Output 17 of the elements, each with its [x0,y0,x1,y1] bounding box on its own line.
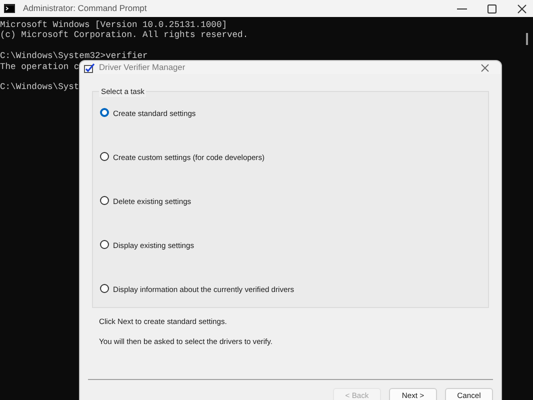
console-line: C:\Windows\Syst [0,82,80,92]
radio-button[interactable] [100,284,109,293]
radio-button[interactable] [100,196,109,205]
scrollbar-thumb[interactable] [526,33,528,45]
maximize-icon[interactable] [485,4,499,14]
console-icon [4,4,15,13]
console-line: C:\Windows\System32>verifier [0,51,148,62]
close-icon[interactable] [515,4,529,14]
dialog-title: Driver Verifier Manager [99,61,186,74]
radio-button[interactable] [100,240,109,249]
window-title: Administrator: Command Prompt [23,2,147,15]
radio-button[interactable] [100,152,109,161]
console-line: Microsoft Windows [Version 10.0.25131.1000] [0,20,227,30]
console-line: (c) Microsoft Corporation. All rights reserved. [0,30,248,40]
console-line: The operation c [0,62,80,72]
radio-button[interactable] [100,108,109,117]
close-icon[interactable] [481,64,489,72]
